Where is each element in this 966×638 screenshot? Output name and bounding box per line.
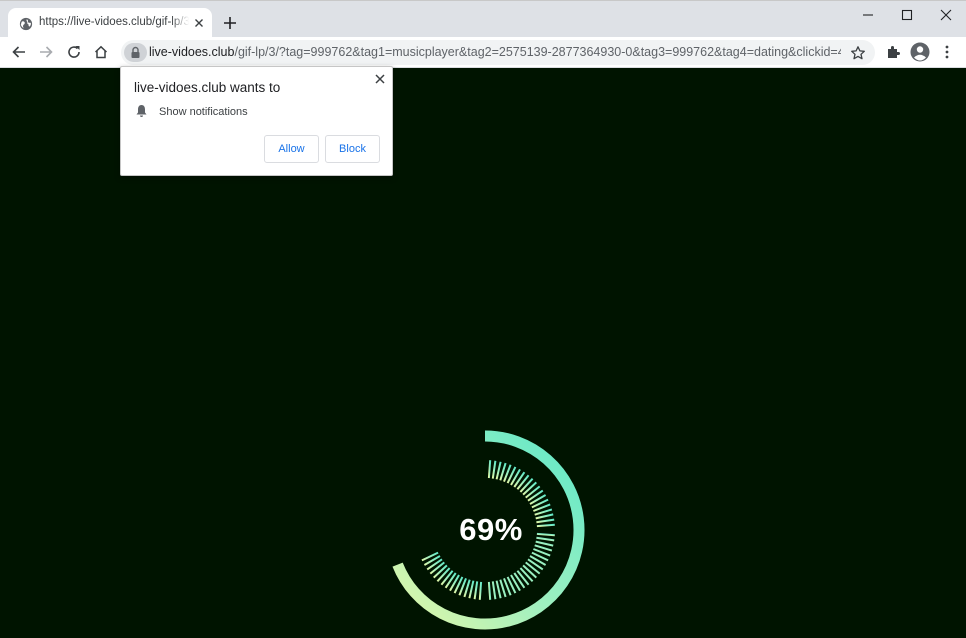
popup-title: live-vidoes.club wants to <box>134 80 281 95</box>
url-host: live-vidoes.club <box>149 45 235 59</box>
new-tab-plus-icon[interactable] <box>222 15 238 31</box>
progress-tick <box>522 564 537 579</box>
forward-arrow-icon[interactable] <box>38 44 54 60</box>
notification-permission-popup: live-vidoes.club wants to Show notificat… <box>120 66 393 176</box>
maximize-icon[interactable] <box>898 7 916 23</box>
progress-tick <box>513 572 526 589</box>
progress-tick <box>525 485 541 499</box>
progress-tick <box>436 567 451 582</box>
progress-tick <box>426 558 443 571</box>
progress-tick <box>491 581 497 600</box>
progress-tick <box>527 558 544 571</box>
url-path: /gif-lp/3/?tag=999762&tag1=musicplayer&t… <box>234 45 841 59</box>
globe-icon <box>19 17 33 31</box>
close-window-icon[interactable] <box>937 7 955 23</box>
home-icon[interactable] <box>93 44 109 60</box>
block-button[interactable]: Block <box>325 135 380 163</box>
progress-tick <box>440 570 454 586</box>
progress-percent: 69% <box>459 512 523 547</box>
progress-tick <box>478 581 483 600</box>
progress-tick <box>487 581 492 600</box>
browser-tab[interactable]: https://live-vidoes.club/gif-lp/3/?tag=9… <box>8 8 212 39</box>
progress-tick <box>519 478 534 493</box>
progress-tick <box>525 561 541 575</box>
more-menu-icon[interactable] <box>939 44 955 60</box>
progress-tick <box>487 460 492 479</box>
permission-label: Show notifications <box>159 106 248 118</box>
profile-avatar-icon[interactable] <box>910 42 930 62</box>
progress-tick <box>468 580 475 599</box>
site-info-button[interactable] <box>124 43 147 62</box>
address-bar[interactable]: live-vidoes.club/gif-lp/3/?tag=999762&ta… <box>121 40 875 65</box>
progress-tick <box>516 474 530 490</box>
progress-tick <box>491 460 497 479</box>
tab-title: https://live-vidoes.club/gif-lp/3/?tag=9… <box>39 16 189 28</box>
allow-button[interactable]: Allow <box>264 135 319 163</box>
progress-tick <box>519 567 534 582</box>
bell-icon <box>136 105 147 117</box>
progress-tick <box>444 572 457 589</box>
tab-strip: https://live-vidoes.club/gif-lp/3/?tag=9… <box>0 0 966 39</box>
progress-tick <box>516 570 530 586</box>
browser-window: https://live-vidoes.club/gif-lp/3/?tag=9… <box>0 0 966 638</box>
progress-tick <box>522 481 537 496</box>
progress-tick <box>527 489 544 502</box>
lock-icon <box>131 46 140 58</box>
progress-loader: 69% <box>380 426 590 638</box>
progress-tick <box>473 581 479 600</box>
extensions-puzzle-icon[interactable] <box>885 44 901 60</box>
progress-tick <box>433 564 448 579</box>
browser-toolbar: live-vidoes.club/gif-lp/3/?tag=999762&ta… <box>0 37 966 68</box>
progress-tick <box>495 461 502 480</box>
minimize-icon[interactable] <box>859 7 877 23</box>
reload-icon[interactable] <box>66 44 82 60</box>
progress-tick <box>429 561 445 575</box>
close-tab-icon[interactable] <box>192 16 206 30</box>
url-text: live-vidoes.club/gif-lp/3/?tag=999762&ta… <box>149 45 841 59</box>
progress-tick <box>495 580 502 599</box>
close-icon[interactable] <box>374 73 386 85</box>
progress-tick <box>513 471 526 488</box>
bookmark-star-icon[interactable] <box>850 45 866 61</box>
back-arrow-icon[interactable] <box>11 44 27 60</box>
